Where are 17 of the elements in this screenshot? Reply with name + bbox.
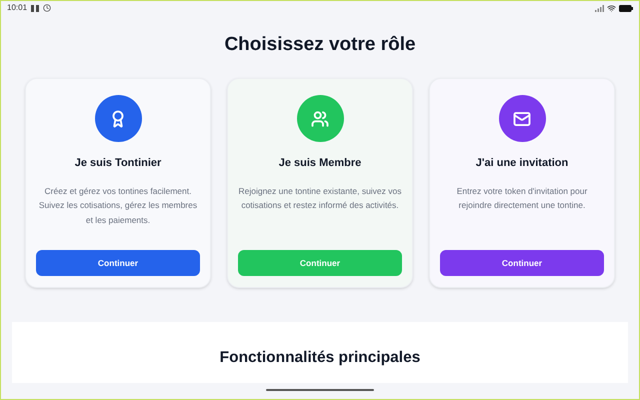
wifi-icon [607, 4, 616, 12]
status-time: 10:01 [7, 2, 28, 14]
role-title: Je suis Tontinier [74, 156, 162, 171]
features-title: Fonctionnalités principales [220, 348, 420, 368]
role-description: Entrez votre token d'invitation pour rejoindre directement une tontine. [456, 184, 588, 212]
role-title: J'ai une invitation [476, 156, 568, 171]
alarm-icon [43, 4, 52, 12]
continue-button[interactable]: Continuer [440, 250, 604, 276]
envelope-icon [513, 110, 531, 128]
continue-button[interactable]: Continuer [36, 250, 200, 276]
role-title: Je suis Membre [278, 156, 362, 171]
signal-icon [595, 4, 604, 12]
role-description: Créez et gérez vos tontines facilement. Suivez les cotisations, gérez les membres et les paiements. [38, 184, 198, 227]
page-title: Choisissez votre rôle [223, 33, 417, 57]
battery-icon [619, 4, 633, 12]
people-icon [311, 110, 329, 128]
role-description: Rejoignez une tontine existante, suivez vos cotisations et restez informé des activités. [238, 184, 402, 212]
